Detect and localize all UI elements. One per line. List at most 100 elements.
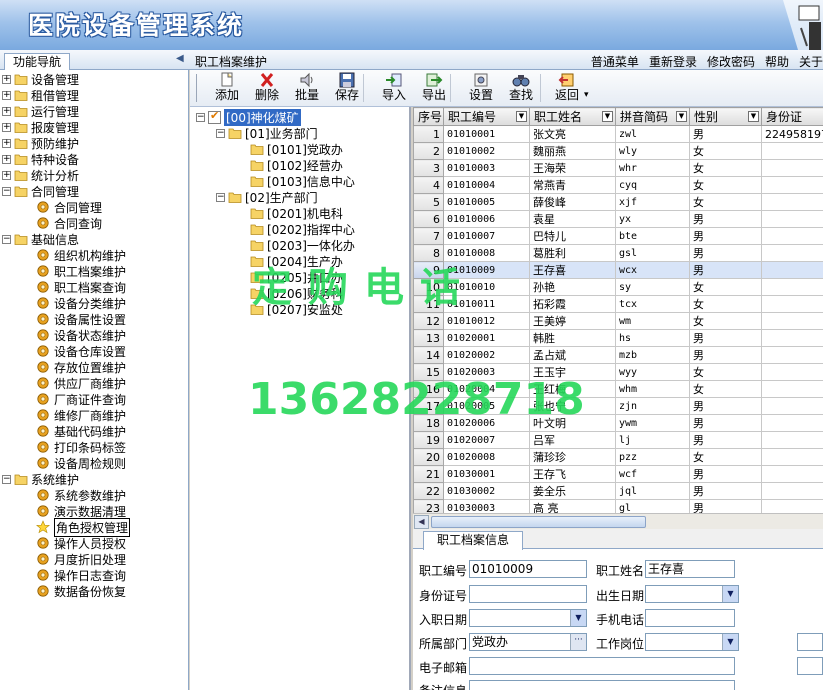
dept-child-0-0[interactable]: [0101]党政办 bbox=[250, 141, 343, 157]
nav-item-8-13[interactable]: 设备周检规则 bbox=[36, 455, 126, 471]
nav-item-8-6[interactable]: 设备仓库设置 bbox=[36, 343, 126, 359]
nav-item-9-3[interactable]: 操作人员授权 bbox=[36, 535, 126, 551]
table-row[interactable]: 21 01030001 王存飞 wcf 男 bbox=[413, 465, 823, 483]
nav-item-8-8[interactable]: 供应厂商维护 bbox=[36, 375, 126, 391]
batch-button[interactable]: 批量 bbox=[288, 72, 326, 105]
scroll-left-icon[interactable]: ◀ bbox=[414, 515, 429, 529]
nav-item-9-0[interactable]: 系统参数维护 bbox=[36, 487, 126, 503]
column-header-3[interactable]: 拼音简码 ▼ bbox=[615, 107, 690, 126]
nav-item-8-7[interactable]: 存放位置维护 bbox=[36, 359, 126, 375]
nav-item-8-3[interactable]: 设备分类维护 bbox=[36, 295, 126, 311]
delete-button[interactable]: 删除 bbox=[248, 72, 286, 105]
collapse-icon[interactable]: − bbox=[196, 112, 205, 122]
nav-group-6[interactable]: + 统计分析 bbox=[2, 167, 79, 183]
nav-item-8-4[interactable]: 设备属性设置 bbox=[36, 311, 126, 327]
table-row[interactable]: 13 01020001 韩胜 hs 男 bbox=[413, 329, 823, 347]
nav-group-2[interactable]: + 运行管理 bbox=[2, 103, 79, 119]
dept-child-1-2[interactable]: [0203]一体化办 bbox=[250, 237, 355, 253]
expand-icon[interactable]: + bbox=[2, 90, 11, 100]
column-header-0[interactable]: 序号 bbox=[413, 107, 444, 126]
dropdown-arrow-icon[interactable]: ▼ bbox=[722, 586, 738, 602]
nav-item-9-2[interactable]: 角色授权管理 bbox=[35, 517, 131, 537]
post-select[interactable]: ▼ bbox=[645, 633, 739, 651]
dept-child-1-0[interactable]: [0201]机电科 bbox=[250, 205, 343, 221]
function-nav-tab[interactable]: 功能导航 bbox=[4, 53, 70, 70]
emp-name-field[interactable]: 王存喜 bbox=[645, 560, 735, 578]
menu-change-password[interactable]: 修改密码 bbox=[707, 53, 755, 70]
dept-child-0-1[interactable]: [0102]经营办 bbox=[250, 157, 343, 173]
email-field[interactable] bbox=[469, 657, 735, 675]
filter-dropdown-icon[interactable]: ▼ bbox=[602, 111, 613, 122]
nav-item-8-10[interactable]: 维修厂商维护 bbox=[36, 407, 126, 423]
scroll-thumb[interactable] bbox=[431, 516, 646, 528]
nav-group-8[interactable]: − 基础信息 bbox=[2, 231, 79, 247]
expand-icon[interactable]: + bbox=[2, 74, 11, 84]
collapse-left-icon[interactable]: ◀ bbox=[176, 53, 184, 64]
dept-child-1-1[interactable]: [0202]指挥中心 bbox=[250, 221, 355, 237]
expand-icon[interactable]: + bbox=[2, 154, 11, 164]
remark-field[interactable] bbox=[469, 680, 735, 690]
filter-dropdown-icon[interactable]: ▼ bbox=[748, 111, 759, 122]
table-row[interactable]: 7 01010007 巴特儿 bte 男 bbox=[413, 227, 823, 245]
nav-group-5[interactable]: + 特种设备 bbox=[2, 151, 79, 167]
column-header-2[interactable]: 职工姓名 ▼ bbox=[529, 107, 616, 126]
nav-item-9-4[interactable]: 月度折旧处理 bbox=[36, 551, 126, 567]
nav-item-7-1[interactable]: 合同查询 bbox=[36, 215, 102, 231]
nav-item-8-0[interactable]: 组织机构维护 bbox=[36, 247, 126, 263]
extra-field-2[interactable] bbox=[797, 657, 823, 675]
settings-button[interactable]: 设置 bbox=[462, 72, 500, 105]
nav-item-8-11[interactable]: 基础代码维护 bbox=[36, 423, 126, 439]
menu-normal[interactable]: 普通菜单 bbox=[591, 53, 639, 70]
filter-dropdown-icon[interactable]: ▼ bbox=[516, 111, 527, 122]
nav-group-3[interactable]: + 报废管理 bbox=[2, 119, 79, 135]
table-row[interactable]: 22 01030002 姜全乐 jql 男 bbox=[413, 482, 823, 500]
table-row[interactable]: 6 01010006 袁星 yx 男 bbox=[413, 210, 823, 228]
collapse-icon[interactable]: − bbox=[216, 128, 225, 138]
menu-help[interactable]: 帮助 bbox=[765, 53, 789, 70]
expand-icon[interactable]: + bbox=[2, 138, 11, 148]
id-field[interactable] bbox=[469, 585, 587, 603]
dept-root[interactable]: − [00]神化煤矿 bbox=[196, 108, 301, 126]
collapse-icon[interactable]: − bbox=[2, 474, 11, 484]
dropdown-arrow-icon[interactable]: ▼ bbox=[722, 634, 738, 650]
return-button[interactable]: 返回 bbox=[548, 72, 586, 105]
dept-child-0-2[interactable]: [0103]信息中心 bbox=[250, 173, 355, 189]
nav-item-8-12[interactable]: 打印条码标签 bbox=[36, 439, 126, 455]
nav-item-8-1[interactable]: 职工档案维护 bbox=[36, 263, 126, 279]
table-row[interactable]: 2 01010002 魏丽燕 wly 女 bbox=[413, 142, 823, 160]
nav-item-8-9[interactable]: 厂商证件查询 bbox=[36, 391, 126, 407]
dept-field[interactable]: 党政办 ··· bbox=[469, 633, 587, 651]
menu-about[interactable]: 关于 bbox=[799, 53, 823, 70]
nav-group-0[interactable]: + 设备管理 bbox=[2, 71, 79, 87]
collapse-icon[interactable]: − bbox=[216, 192, 225, 202]
emp-no-field[interactable]: 01010009 bbox=[469, 560, 587, 578]
column-header-5[interactable]: 身份证 bbox=[761, 107, 823, 126]
join-date-picker[interactable]: ▼ bbox=[469, 609, 587, 627]
expand-icon[interactable]: + bbox=[2, 122, 11, 132]
table-row[interactable]: 101010001张文亮zwl男2249581970 bbox=[413, 125, 823, 143]
table-row[interactable]: 20 01020008 蒲珍珍 pzz 女 bbox=[413, 448, 823, 466]
import-button[interactable]: 导入 bbox=[375, 72, 413, 105]
collapse-icon[interactable]: − bbox=[2, 186, 11, 196]
tab-employee-info[interactable]: 职工档案信息 bbox=[423, 531, 523, 550]
table-row[interactable]: 23 01030003 高 亮 gl 男 bbox=[413, 499, 823, 513]
table-row[interactable]: 14 01020002 孟占斌 mzb 男 bbox=[413, 346, 823, 364]
save-button[interactable]: 保存 bbox=[328, 72, 366, 105]
dept-node-1[interactable]: − [02]生产部门 bbox=[216, 189, 318, 205]
ellipsis-button[interactable]: ··· bbox=[570, 634, 586, 650]
nav-item-8-5[interactable]: 设备状态维护 bbox=[36, 327, 126, 343]
table-row[interactable]: 19 01020007 吕军 lj 男 bbox=[413, 431, 823, 449]
add-button[interactable]: 添加 bbox=[208, 72, 246, 105]
birth-date-picker[interactable]: ▼ bbox=[645, 585, 739, 603]
nav-item-7-0[interactable]: 合同管理 bbox=[36, 199, 102, 215]
extra-field-1[interactable] bbox=[797, 633, 823, 651]
expand-icon[interactable]: + bbox=[2, 170, 11, 180]
collapse-icon[interactable]: − bbox=[2, 234, 11, 244]
table-row[interactable]: 12 01010012 王美婷 wm 女 bbox=[413, 312, 823, 330]
column-header-4[interactable]: 性别 ▼ bbox=[689, 107, 762, 126]
toolbar-more-icon[interactable]: ▾ bbox=[584, 90, 589, 100]
nav-group-4[interactable]: + 预防维护 bbox=[2, 135, 79, 151]
table-row[interactable]: 3 01010003 王海荣 whr 女 bbox=[413, 159, 823, 177]
export-button[interactable]: 导出 bbox=[415, 72, 453, 105]
menu-relogin[interactable]: 重新登录 bbox=[649, 53, 697, 70]
